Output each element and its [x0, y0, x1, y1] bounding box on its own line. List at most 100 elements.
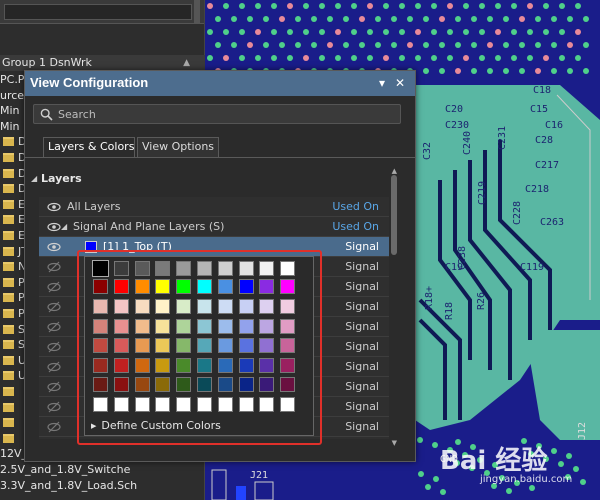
- layer-type: Signal: [345, 300, 379, 313]
- pcb-via: [239, 55, 245, 61]
- scroll-down-icon[interactable]: ▼: [392, 439, 397, 447]
- pcb-via: [567, 16, 573, 22]
- close-icon[interactable]: ✕: [392, 74, 408, 92]
- pcb-via: [399, 55, 405, 61]
- pcb-via: [287, 55, 293, 61]
- project-tree-label: 3.3V_and_1.8V_Load.Sch: [0, 478, 138, 492]
- pcb-via: [527, 3, 533, 9]
- pcb-via: [231, 16, 237, 22]
- pcb-via: [239, 29, 245, 35]
- pcb-via: [439, 68, 445, 74]
- folder-icon: [3, 199, 14, 209]
- pcb-via: [551, 42, 557, 48]
- chevron-up-icon[interactable]: ▲: [183, 55, 190, 71]
- pcb-via: [463, 55, 469, 61]
- pcb-via: [417, 437, 423, 443]
- used-on-link[interactable]: Used On: [332, 197, 379, 217]
- folder-icon: [3, 418, 14, 428]
- pcb-via: [487, 68, 493, 74]
- pcb-via: [431, 29, 437, 35]
- used-on-link[interactable]: Used On: [332, 217, 379, 237]
- scroll-up-icon[interactable]: ▲: [392, 167, 397, 175]
- eye-hidden-icon[interactable]: [47, 281, 61, 293]
- layer-search-field[interactable]: [33, 104, 401, 124]
- folder-icon: [3, 355, 14, 365]
- layers-section-header[interactable]: ◢ Layers: [25, 169, 415, 189]
- pcb-via: [527, 29, 533, 35]
- eye-hidden-icon[interactable]: [47, 401, 61, 413]
- eye-hidden-icon[interactable]: [47, 381, 61, 393]
- layer-row[interactable]: All Layers Used On: [39, 197, 389, 217]
- layer-type: Signal: [345, 380, 379, 393]
- pcb-designator-label: C119: [520, 262, 544, 273]
- eye-hidden-icon[interactable]: [47, 301, 61, 313]
- pcb-via: [343, 42, 349, 48]
- search-input[interactable]: [58, 106, 388, 122]
- tab-layers-colors[interactable]: Layers & Colors: [43, 137, 135, 157]
- pcb-via: [418, 471, 424, 477]
- pcb-via: [295, 42, 301, 48]
- pcb-via: [559, 55, 565, 61]
- eye-hidden-icon[interactable]: [47, 341, 61, 353]
- pcb-via: [271, 29, 277, 35]
- pcb-via: [399, 3, 405, 9]
- pcb-via: [575, 3, 581, 9]
- pcb-via: [535, 16, 541, 22]
- pcb-via: [223, 55, 229, 61]
- pcb-via: [455, 42, 461, 48]
- layer-type: Signal: [345, 340, 379, 353]
- pcb-via: [279, 16, 285, 22]
- dialog-titlebar[interactable]: View Configuration ▾ ✕: [25, 71, 415, 96]
- folder-icon: [3, 246, 14, 256]
- pcb-via: [375, 42, 381, 48]
- pcb-via: [471, 42, 477, 48]
- scrollbar-thumb[interactable]: [391, 175, 397, 255]
- pcb-via: [407, 16, 413, 22]
- pcb-via: [455, 16, 461, 22]
- layer-name: All Layers: [67, 200, 121, 213]
- projects-scrollbar[interactable]: [194, 0, 200, 24]
- pcb-via: [479, 29, 485, 35]
- pin-icon[interactable]: ▾: [374, 74, 390, 92]
- project-tree-item[interactable]: 3.3V_and_1.8V_Load.Sch: [0, 478, 205, 494]
- pcb-via: [543, 29, 549, 35]
- eye-hidden-icon[interactable]: [47, 421, 61, 433]
- eye-icon[interactable]: [47, 201, 61, 213]
- layers-section-label: Layers: [41, 172, 82, 185]
- collapse-arrow-icon[interactable]: ◢: [31, 169, 37, 189]
- pcb-via: [487, 16, 493, 22]
- pcb-via: [471, 16, 477, 22]
- collapse-arrow-icon[interactable]: ◢: [61, 217, 67, 237]
- pcb-via: [567, 42, 573, 48]
- pcb-via: [335, 29, 341, 35]
- eye-icon[interactable]: [47, 241, 61, 253]
- projects-toolbar: [0, 0, 204, 24]
- eye-hidden-icon[interactable]: [47, 261, 61, 273]
- tab-view-options[interactable]: View Options: [137, 137, 219, 157]
- pcb-via: [471, 68, 477, 74]
- pcb-designator-label: C32: [422, 142, 433, 160]
- pcb-via: [407, 42, 413, 48]
- pcb-via: [295, 16, 301, 22]
- folder-icon: [3, 309, 14, 318]
- eye-hidden-icon[interactable]: [47, 321, 61, 333]
- projects-group-header[interactable]: Group 1 DsnWrk: [0, 55, 205, 71]
- pcb-via: [383, 3, 389, 9]
- pcb-via: [223, 3, 229, 9]
- pcb-designator-label: C238: [457, 246, 468, 270]
- pcb-via: [511, 29, 517, 35]
- layer-row[interactable]: ◢ Signal And Plane Layers (S) Used On: [39, 217, 389, 237]
- project-tree-label: Min: [0, 119, 20, 133]
- eye-icon[interactable]: [47, 221, 61, 233]
- project-tree-label: PC.P: [0, 73, 25, 86]
- project-tree-label: 2.5V_and_1.8V_Switche: [0, 463, 131, 476]
- projects-search-input[interactable]: [4, 4, 192, 20]
- pcb-via: [351, 29, 357, 35]
- pcb-via: [223, 29, 229, 35]
- layer-type: Signal: [345, 420, 379, 433]
- pcb-via: [327, 42, 333, 48]
- pcb-via: [439, 16, 445, 22]
- eye-hidden-icon[interactable]: [47, 361, 61, 373]
- layer-list-scrollbar[interactable]: [391, 175, 397, 439]
- project-tree-item[interactable]: 2.5V_and_1.8V_Switche: [0, 462, 205, 478]
